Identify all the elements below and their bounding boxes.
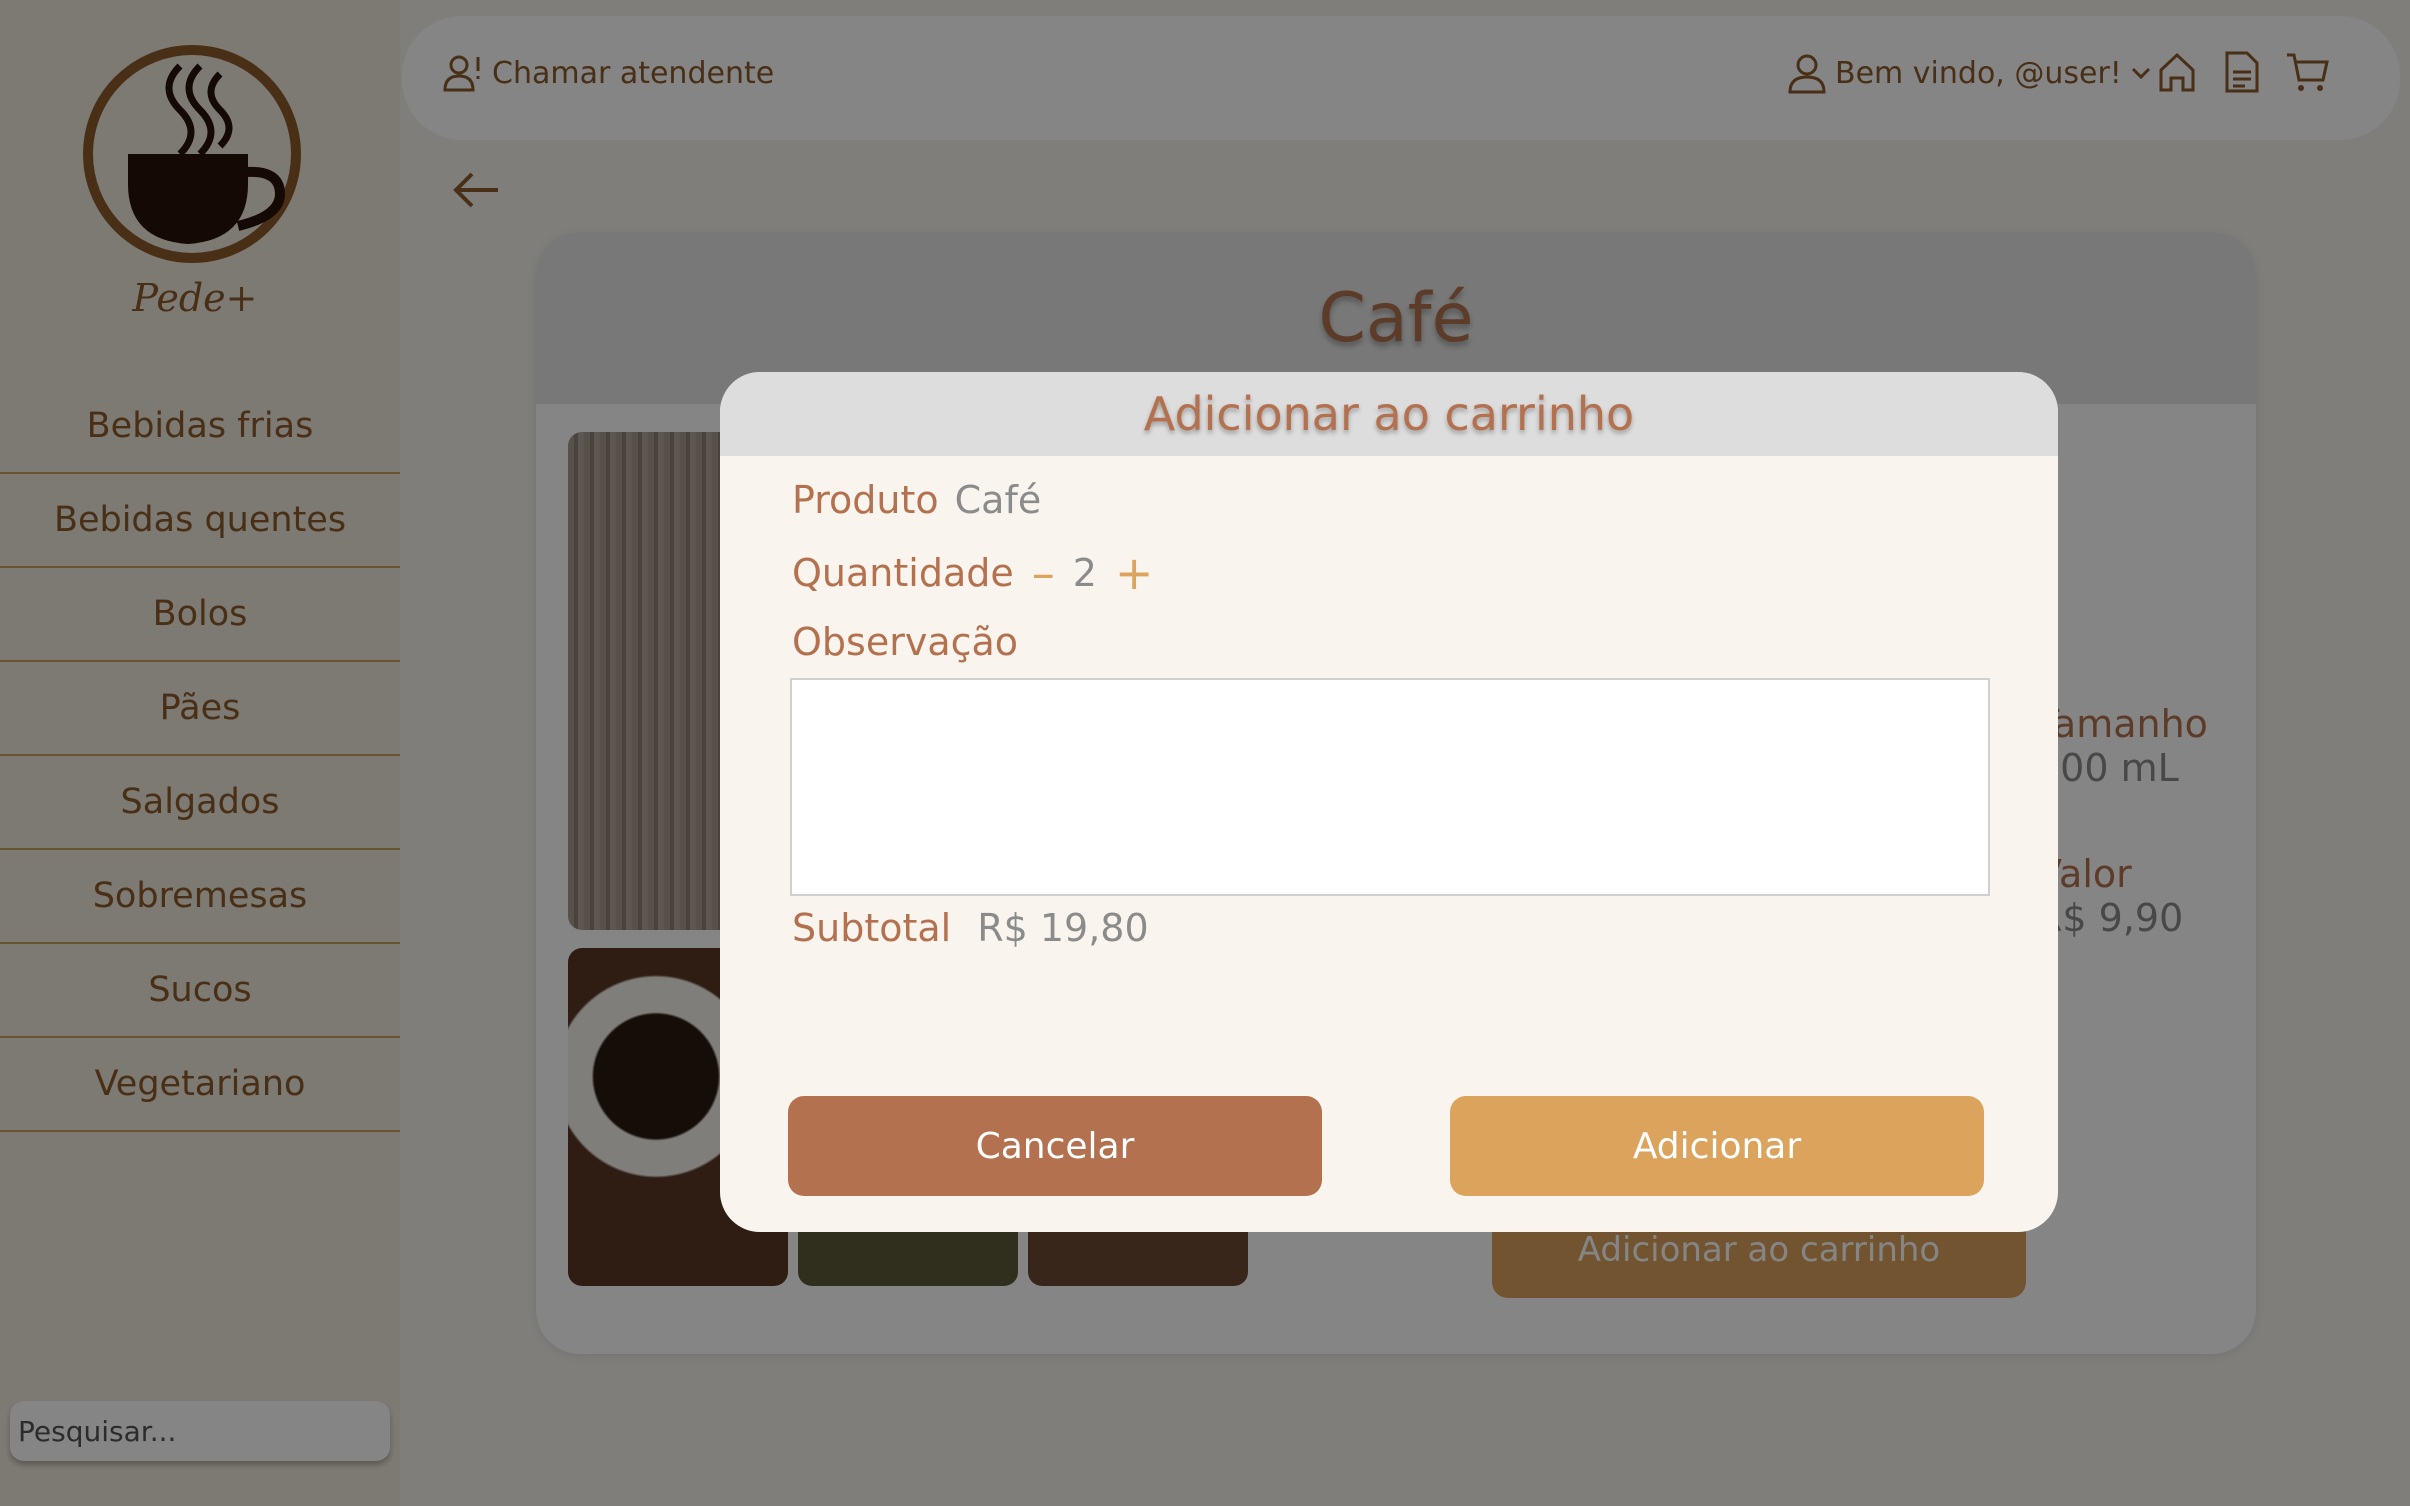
observation-label: Observação <box>792 620 1019 664</box>
quantity-decrement-button[interactable]: – <box>1032 546 1055 600</box>
quantity-row: Quantidade – 2 + <box>792 546 1171 600</box>
modal-title: Adicionar ao carrinho <box>720 372 2058 456</box>
quantity-value: 2 <box>1072 551 1097 595</box>
quantity-label: Quantidade <box>792 551 1014 595</box>
observation-textarea[interactable] <box>790 678 1990 896</box>
app-root: Pede+ Bebidas frias Bebidas quentes Bolo… <box>0 0 2410 1506</box>
product-label: Produto <box>792 478 939 522</box>
quantity-increment-button[interactable]: + <box>1115 546 1154 600</box>
subtotal-label: Subtotal <box>792 906 952 950</box>
cancel-button[interactable]: Cancelar <box>788 1096 1322 1196</box>
subtotal-value: R$ 19,80 <box>977 906 1149 950</box>
add-to-cart-modal: Adicionar ao carrinho Produto Café Quant… <box>720 372 2058 1232</box>
product-row: Produto Café <box>792 478 1041 522</box>
subtotal-row: Subtotal R$ 19,80 <box>792 906 1149 950</box>
confirm-add-button[interactable]: Adicionar <box>1450 1096 1984 1196</box>
product-value: Café <box>954 478 1042 522</box>
observation-row: Observação <box>792 620 1018 664</box>
